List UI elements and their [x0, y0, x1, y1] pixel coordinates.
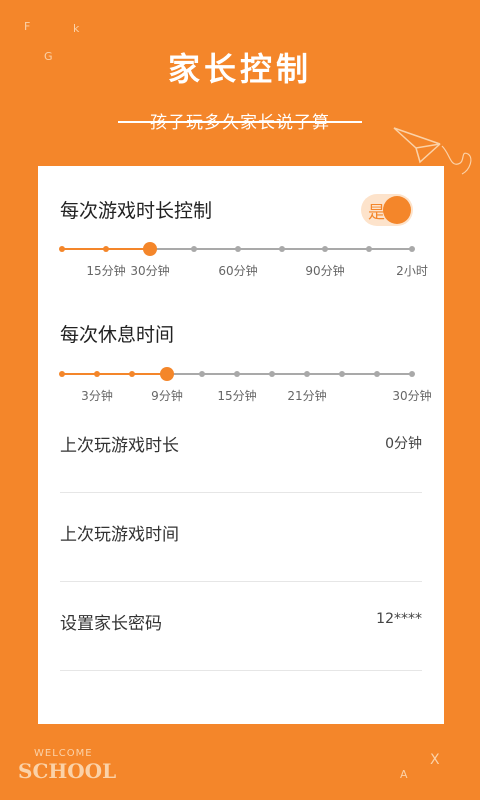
row-label: 设置家长密码: [60, 614, 162, 634]
slider-step: [279, 246, 285, 252]
decor-letter-f: F: [24, 20, 31, 33]
slider-tick-label: 2小时: [396, 264, 428, 278]
slider-step: [234, 371, 240, 377]
slider-tick-label: 9分钟: [151, 389, 183, 403]
welcome-school-logo: WELCOME SCHOOL: [18, 748, 116, 783]
decor-letter-x: X: [430, 752, 440, 768]
slider-step: [94, 371, 100, 377]
slider-step: [191, 246, 197, 252]
slider-tick-label: 60分钟: [218, 264, 258, 278]
subtitle: 孩子玩多久家长说了算: [118, 108, 362, 136]
slider-step: [235, 246, 241, 252]
set-parent-password-row[interactable]: 设置家长密码 12****: [60, 581, 422, 671]
slider-step: [129, 371, 135, 377]
slider-thumb[interactable]: [143, 242, 157, 256]
slider-step: [339, 371, 345, 377]
game-duration-toggle[interactable]: 是: [361, 194, 413, 226]
slider-step: [366, 246, 372, 252]
decor-letter-k: k: [73, 22, 80, 35]
school-text: SCHOOL: [18, 759, 117, 783]
row-value: 0分钟: [385, 436, 422, 452]
rest-time-title: 每次休息时间: [60, 324, 175, 346]
slider-tick-label: 3分钟: [81, 389, 113, 403]
slider-step: [409, 246, 415, 252]
game-duration-title: 每次游戏时长控制: [60, 200, 213, 222]
last-play-duration-row[interactable]: 上次玩游戏时长 0分钟: [60, 403, 422, 493]
slider-track-filled: [62, 373, 167, 375]
slider-tick-label: 90分钟: [305, 264, 345, 278]
slider-step: [59, 371, 65, 377]
toggle-knob: [383, 196, 411, 224]
slider-step: [374, 371, 380, 377]
row-value: 12****: [376, 611, 422, 627]
slider-step: [59, 246, 65, 252]
slider-step: [322, 246, 328, 252]
decor-letter-a: A: [400, 768, 408, 781]
slider-step: [199, 371, 205, 377]
row-label: 上次玩游戏时间: [60, 525, 179, 545]
slider-thumb[interactable]: [160, 367, 174, 381]
slider-tick-label: 15分钟: [217, 389, 257, 403]
slider-step: [269, 371, 275, 377]
slider-step: [103, 246, 109, 252]
slider-tick-label: 30分钟: [392, 389, 432, 403]
welcome-text: WELCOME: [34, 748, 93, 759]
slider-tick-label: 30分钟: [130, 264, 170, 278]
page-title: 家长控制: [167, 50, 312, 88]
last-play-time-row[interactable]: 上次玩游戏时间: [60, 492, 422, 582]
slider-tick-label: 21分钟: [287, 389, 327, 403]
slider-step: [409, 371, 415, 377]
row-label: 上次玩游戏时长: [60, 436, 179, 456]
subtitle-strike-line: [118, 121, 362, 123]
parent-control-card: 每次游戏时长控制 是 15分钟 30分钟 60分钟 90分钟 2小时 每次休息时…: [38, 166, 444, 724]
slider-step: [304, 371, 310, 377]
slider-tick-label: 15分钟: [86, 264, 126, 278]
